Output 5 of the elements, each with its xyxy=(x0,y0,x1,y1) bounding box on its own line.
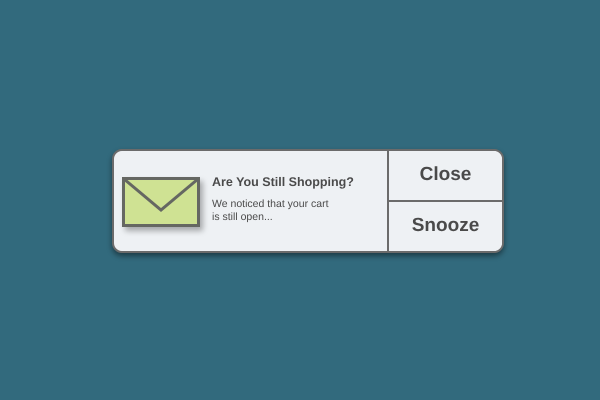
action-button[interactable]: Close xyxy=(389,151,502,200)
action-button[interactable]: Snooze xyxy=(389,200,502,251)
notification-title: Are You Still Shopping? xyxy=(212,174,354,191)
envelope-icon xyxy=(122,177,200,227)
notification-message: We noticed that your cart is still open... xyxy=(212,198,330,224)
